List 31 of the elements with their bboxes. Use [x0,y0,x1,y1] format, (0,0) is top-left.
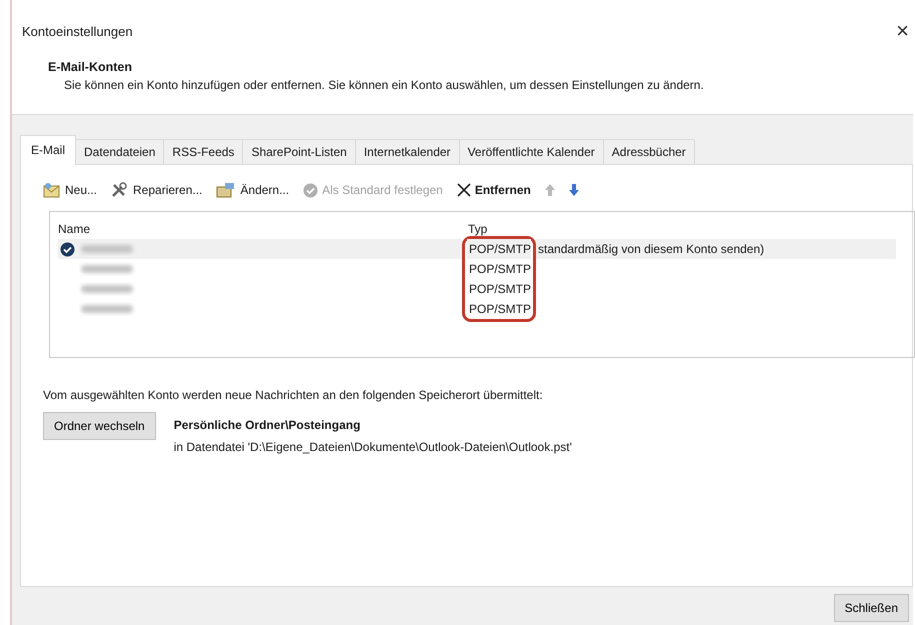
envelope-icon [43,182,61,198]
move-down-button[interactable] [566,184,581,196]
account-row[interactable] [58,239,462,259]
section-heading: E-Mail-Konten [48,60,134,74]
folder-path: Persönliche Ordner\Posteingang [174,418,362,432]
toolbar-button[interactable]: Entfernen [454,183,533,197]
close-button[interactable]: × [896,20,909,42]
tab[interactable]: E-Mail [20,135,76,165]
check-circle-icon [303,182,318,198]
table-cell: POP/SMTP [469,282,532,296]
toolbar-button[interactable]: Neu... [41,182,100,198]
change-folder-button[interactable]: Ordner wechseln [43,412,156,440]
down-arrow-icon [568,184,579,196]
close-dialog-button[interactable]: Schließen [834,594,909,622]
table-cell: POP/SMTP [469,262,532,276]
up-arrow-icon [544,184,555,196]
close-icon [456,183,471,197]
section-description: Sie können ein Konto hinzufügen oder entfernen. Sie können ein Konto auswählen, um dessen Einstellungen zu ändern. [64,77,705,94]
tools-icon [111,182,130,198]
column-header: Name [58,222,92,236]
default-note: standardmäßig von diesem Konto senden) [538,242,764,256]
toolbar-button[interactable]: Reparieren... [109,182,204,198]
column-header: Typ [468,222,488,236]
card-icon [216,182,236,198]
tab[interactable]: Adressbücher [602,139,695,164]
window-title: Kontoeinstellungen [22,24,133,38]
delivery-text: Vom ausgewählten Konto werden neue Nachrichten an den folgenden Speicherort übermittelt: [43,388,544,402]
table-cell: POP/SMTP [469,242,532,256]
toolbar-button[interactable]: Ändern... [214,182,292,198]
table-cell: POP/SMTP [469,302,532,316]
file-path: in Datendatei 'D:\Eigene_Dateien\Dokumente\Outlook-Dateien\Outlook.pst' [174,440,572,454]
